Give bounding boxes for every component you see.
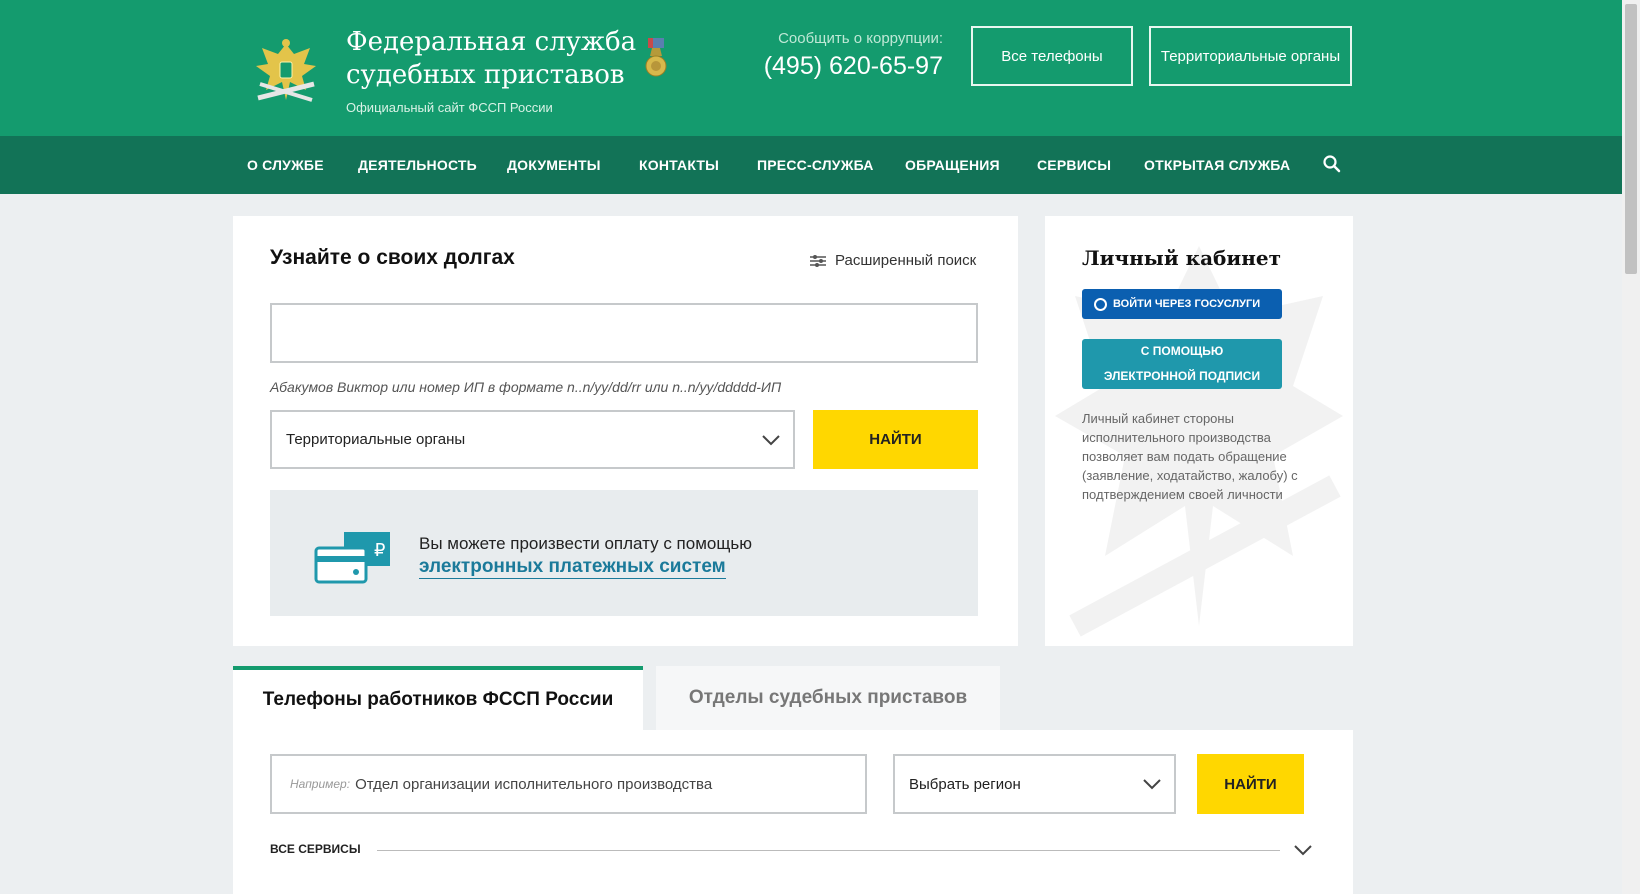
page-scrollbar[interactable]	[1622, 0, 1640, 894]
debt-search-card: Узнайте о своих долгах Расширенный поиск…	[233, 216, 1018, 646]
tab-employee-phones[interactable]: Телефоны работников ФССП России	[233, 666, 643, 730]
nav-item-activity[interactable]: ДЕЯТЕЛЬНОСТЬ	[358, 136, 477, 194]
chevron-down-icon	[1143, 779, 1161, 790]
cabinet-title: Личный кабинет	[1082, 246, 1281, 270]
svg-text:₽: ₽	[374, 540, 385, 561]
payment-text: Вы можете произвести оплату с помощью эл…	[419, 532, 752, 579]
payment-card-icon: ₽	[314, 532, 390, 584]
site-subtitle: Официальный сайт ФССП России	[346, 100, 553, 115]
nav-item-appeals[interactable]: ОБРАЩЕНИЯ	[905, 136, 1000, 194]
site-title[interactable]: Федеральная служба судебных приставов	[346, 26, 636, 92]
nav-item-documents[interactable]: ДОКУМЕНТЫ	[507, 136, 601, 194]
territorial-select[interactable]: Территориальные органы	[270, 410, 795, 469]
fssp-emblem-icon[interactable]	[248, 34, 324, 110]
site-header: Федеральная служба судебных приставов Оф…	[0, 0, 1622, 136]
region-select-value: Выбрать регион	[909, 775, 1021, 793]
all-services-label[interactable]: ВСЕ СЕРВИСЫ	[270, 842, 361, 856]
e-signature-line1: С ПОМОЩЬЮ	[1140, 344, 1224, 358]
payment-info-box: ₽ Вы можете произвести оплату с помощью …	[270, 490, 978, 616]
nav-item-about[interactable]: О СЛУЖБЕ	[247, 136, 324, 194]
debt-title: Узнайте о своих долгах	[270, 246, 515, 269]
e-signature-line2: ЭЛЕКТРОННОЙ ПОДПИСИ	[1103, 369, 1261, 383]
payment-systems-link[interactable]: электронных платежных систем	[419, 555, 726, 579]
divider	[377, 850, 1280, 851]
gosuslugi-icon	[1094, 297, 1107, 311]
medal-icon	[645, 38, 667, 77]
debt-find-button[interactable]: НАЙТИ	[813, 410, 978, 469]
example-label: Например:	[290, 777, 351, 791]
phones-search-card: Например: Отдел организации исполнительн…	[233, 730, 1353, 894]
advanced-search-label: Расширенный поиск	[835, 252, 977, 269]
nav-item-contacts[interactable]: КОНТАКТЫ	[639, 136, 719, 194]
chevron-down-icon	[762, 434, 780, 445]
site-title-line1: Федеральная служба	[346, 27, 637, 57]
territorial-bodies-button[interactable]: Территориальные органы	[1149, 26, 1352, 86]
main-nav: О СЛУЖБЕ ДЕЯТЕЛЬНОСТЬ ДОКУМЕНТЫ КОНТАКТЫ…	[0, 136, 1622, 194]
phones-find-button[interactable]: НАЙТИ	[1197, 754, 1304, 814]
corruption-label: Сообщить о коррупции:	[778, 30, 943, 47]
e-signature-button[interactable]: С ПОМОЩЬЮ ЭЛЕКТРОННОЙ ПОДПИСИ	[1082, 339, 1282, 389]
scrollbar-thumb[interactable]	[1625, 4, 1637, 274]
nav-item-press[interactable]: ПРЕСС-СЛУЖБА	[757, 136, 874, 194]
tab-bailiff-departments[interactable]: Отделы судебных приставов	[656, 666, 1000, 730]
corruption-phone[interactable]: (495) 620-65-97	[700, 52, 943, 81]
chevron-down-icon[interactable]	[1293, 844, 1313, 856]
debt-search-hint: Абакумов Виктор или номер ИП в формате n…	[270, 379, 782, 395]
debt-search-input[interactable]	[270, 303, 978, 363]
phones-search-input[interactable]: Например: Отдел организации исполнительн…	[270, 754, 867, 814]
search-icon[interactable]	[1322, 154, 1342, 174]
payment-text-line: Вы можете произвести оплату с помощью	[419, 534, 752, 553]
gosuslugi-label: ВОЙТИ ЧЕРЕЗ ГОСУСЛУГИ	[1113, 298, 1261, 310]
region-select[interactable]: Выбрать регион	[893, 754, 1176, 814]
advanced-search-link[interactable]: Расширенный поиск	[809, 252, 976, 269]
cabinet-description: Личный кабинет стороны исполнительного п…	[1082, 411, 1298, 502]
nav-item-open-service[interactable]: ОТКРЫТАЯ СЛУЖБА	[1144, 136, 1290, 194]
gosuslugi-login-button[interactable]: ВОЙТИ ЧЕРЕЗ ГОСУСЛУГИ	[1082, 289, 1282, 319]
all-phones-button[interactable]: Все телефоны	[971, 26, 1133, 86]
nav-item-services[interactable]: СЕРВИСЫ	[1037, 136, 1111, 194]
phones-search-placeholder: Отдел организации исполнительного произв…	[355, 775, 713, 793]
territorial-select-value: Территориальные органы	[286, 431, 466, 448]
personal-cabinet-card: Личный кабинет ВОЙТИ ЧЕРЕЗ ГОСУСЛУГИ С П…	[1045, 216, 1353, 646]
site-title-line2: судебных приставов	[346, 60, 625, 90]
filter-sliders-icon	[810, 254, 826, 267]
